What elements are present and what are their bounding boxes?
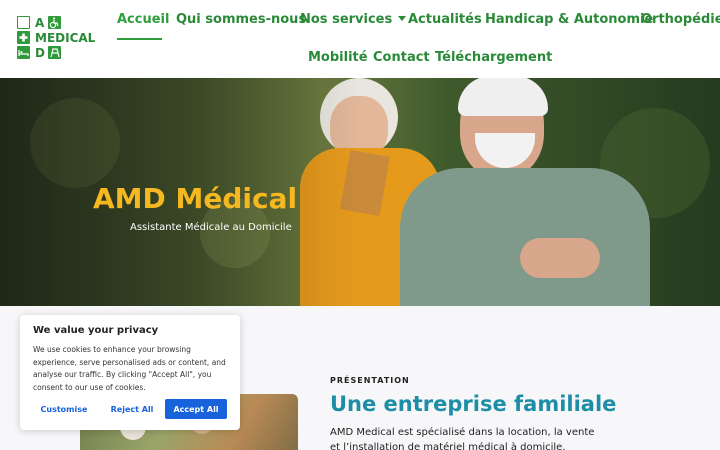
customise-button[interactable]: Customise (33, 399, 95, 419)
chevron-down-icon (398, 16, 407, 21)
cookie-text: We use cookies to enhance your browsing … (33, 345, 226, 392)
hero-subtitle: Assistante Médicale au Domicile (130, 222, 292, 233)
section-eyebrow: PRÉSENTATION (330, 376, 410, 385)
cookie-title: We value your privacy (33, 325, 159, 336)
walker-icon (48, 46, 61, 59)
accept-all-button[interactable]: Accept All (165, 399, 227, 419)
section-body: AMD Medical est spécialisé dans la locat… (330, 427, 595, 450)
wheelchair-icon (48, 16, 61, 29)
nav-item-telechargement[interactable]: Téléchargement (435, 50, 552, 66)
hero-title: AMD Médical (93, 182, 298, 215)
nav-item-accueil[interactable]: Accueil (117, 12, 169, 28)
nav-item-orthopedie[interactable]: Orthopédie (641, 12, 720, 28)
medical-cross-icon (17, 31, 30, 44)
logo-square-icon (17, 16, 30, 29)
bed-icon (17, 46, 30, 59)
hero-banner: AMD Médical Assistante Médicale au Domic… (0, 78, 720, 306)
logo-letter-d: D (35, 46, 45, 60)
section-title: Une entreprise familiale (330, 392, 617, 416)
nav-item-mobilite[interactable]: Mobilité (308, 50, 368, 66)
logo-letter-a: A (35, 16, 45, 30)
cookie-consent-banner: We value your privacy We use cookies to … (20, 315, 240, 430)
nav-item-qui-sommes-nous[interactable]: Qui sommes-nous (176, 12, 306, 28)
nav-item-nos-services-label: Nos services (300, 12, 393, 27)
site-header: A MEDICAL D Accueil Qui sommes-nous Nos … (0, 0, 720, 78)
nav-active-indicator (117, 38, 162, 40)
nav-item-nos-services[interactable]: Nos services (300, 12, 407, 28)
site-logo[interactable]: A MEDICAL D (17, 16, 95, 62)
nav-item-contact[interactable]: Contact (373, 50, 430, 66)
nav-item-handicap-autonomie[interactable]: Handicap & Autonomie (485, 12, 653, 28)
logo-word-medical: MEDICAL (35, 31, 96, 45)
nav-item-actualites[interactable]: Actualités (408, 12, 482, 28)
reject-all-button[interactable]: Reject All (102, 399, 162, 419)
